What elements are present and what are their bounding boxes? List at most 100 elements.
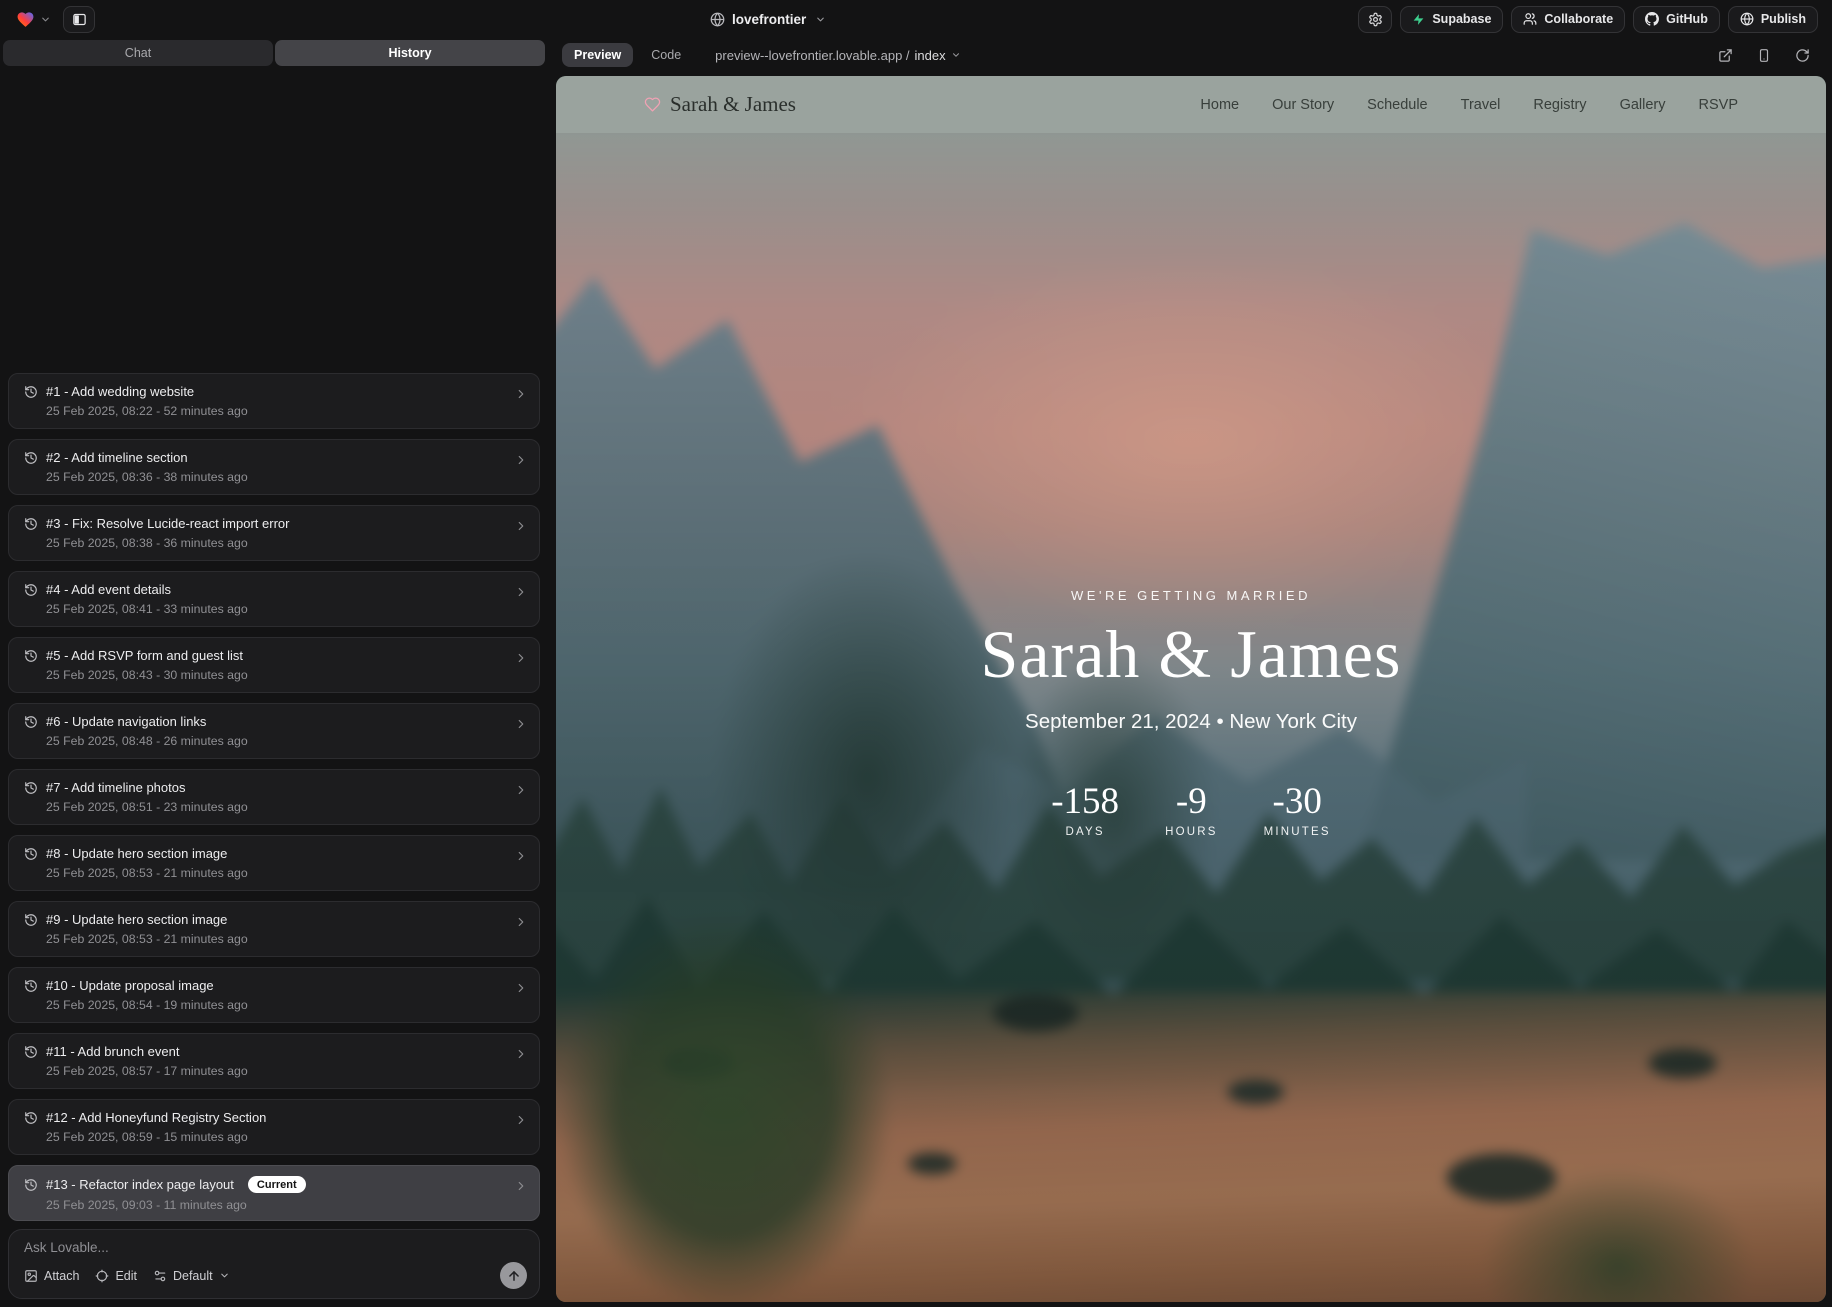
lovable-logo[interactable] — [14, 8, 36, 30]
history-item[interactable]: #6 - Update navigation links 25 Feb 2025… — [8, 703, 540, 759]
history-item-meta: 25 Feb 2025, 08:48 - 26 minutes ago — [46, 734, 509, 748]
preview-toolbar: Preview Code preview--lovefrontier.lovab… — [548, 38, 1832, 72]
preview-url[interactable]: preview--lovefrontier.lovable.app / inde… — [715, 48, 960, 63]
chevron-right-icon — [514, 387, 528, 401]
mode-label: Default — [173, 1269, 213, 1283]
site-nav: Home Our Story Schedule Travel Registry Galle… — [1200, 97, 1738, 113]
sidebar-tabs: Chat History — [3, 40, 545, 66]
settings-button[interactable] — [1358, 6, 1392, 33]
history-icon — [24, 715, 38, 729]
tab-code[interactable]: Code — [639, 43, 693, 67]
history-item[interactable]: #3 - Fix: Resolve Lucide-react import er… — [8, 505, 540, 561]
site-hero: WE'RE GETTING MARRIED Sarah & James Sept… — [556, 133, 1826, 1302]
site-nav-link[interactable]: Schedule — [1367, 97, 1427, 113]
history-item[interactable]: #11 - Add brunch event 25 Feb 2025, 08:5… — [8, 1033, 540, 1089]
collaborate-button[interactable]: Collaborate — [1511, 6, 1625, 33]
history-item-meta: 25 Feb 2025, 08:51 - 23 minutes ago — [46, 800, 509, 814]
history-icon — [24, 1178, 38, 1192]
history-item-meta: 25 Feb 2025, 08:43 - 30 minutes ago — [46, 668, 509, 682]
history-item[interactable]: #2 - Add timeline section 25 Feb 2025, 0… — [8, 439, 540, 495]
history-item-meta: 25 Feb 2025, 09:03 - 11 minutes ago — [46, 1198, 509, 1212]
site-brand-name: Sarah & James — [670, 92, 796, 117]
project-chevron-down-icon — [815, 14, 826, 25]
history-item[interactable]: #10 - Update proposal image 25 Feb 2025,… — [8, 967, 540, 1023]
supabase-button[interactable]: Supabase — [1400, 6, 1503, 33]
github-button[interactable]: GitHub — [1633, 6, 1720, 33]
open-external-button[interactable] — [1718, 48, 1733, 63]
chevron-right-icon — [514, 717, 528, 731]
tab-chat[interactable]: Chat — [3, 40, 273, 66]
mode-select[interactable]: Default — [153, 1269, 230, 1283]
history-item[interactable]: #1 - Add wedding website 25 Feb 2025, 08… — [8, 373, 540, 429]
edit-button[interactable]: Edit — [95, 1269, 137, 1283]
history-icon — [24, 781, 38, 795]
publish-globe-icon — [1740, 12, 1754, 26]
publish-button[interactable]: Publish — [1728, 6, 1818, 33]
url-chevron-down-icon — [951, 50, 961, 60]
prompt-input[interactable] — [24, 1240, 527, 1260]
history-item-title: #13 - Refactor index page layout — [46, 1177, 234, 1192]
site-nav-link[interactable]: Home — [1200, 97, 1239, 113]
site-nav-link[interactable]: RSVP — [1699, 97, 1739, 113]
history-icon — [24, 451, 38, 465]
history-item[interactable]: #8 - Update hero section image 25 Feb 20… — [8, 835, 540, 891]
tab-preview[interactable]: Preview — [562, 43, 633, 67]
composer: Attach Edit Default — [8, 1229, 540, 1299]
project-globe-icon — [710, 12, 725, 27]
hero-date-location: September 21, 2024 • New York City — [556, 710, 1826, 734]
sidebar-spacer — [0, 66, 548, 373]
history-item[interactable]: #9 - Update hero section image 25 Feb 20… — [8, 901, 540, 957]
preview-pane: Preview Code preview--lovefrontier.lovab… — [548, 38, 1832, 1307]
chevron-right-icon — [514, 783, 528, 797]
mobile-view-button[interactable] — [1757, 48, 1771, 63]
heart-outline-icon — [644, 96, 661, 113]
users-icon — [1523, 12, 1537, 26]
github-label: GitHub — [1666, 12, 1708, 26]
gear-icon — [1368, 12, 1383, 27]
site-nav-link[interactable]: Gallery — [1620, 97, 1666, 113]
history-icon — [24, 847, 38, 861]
attach-label: Attach — [44, 1269, 79, 1283]
history-item-title: #2 - Add timeline section — [46, 450, 188, 465]
topbar: lovefrontier Supabase Collaborate GitHub… — [0, 0, 1832, 38]
history-icon — [24, 1111, 38, 1125]
history-icon — [24, 913, 38, 927]
attach-button[interactable]: Attach — [24, 1269, 79, 1283]
site-brand[interactable]: Sarah & James — [644, 92, 796, 117]
history-icon — [24, 583, 38, 597]
countdown-label: HOURS — [1165, 826, 1218, 838]
tab-history[interactable]: History — [275, 40, 545, 66]
hero-content: WE'RE GETTING MARRIED Sarah & James Sept… — [556, 588, 1826, 838]
chevron-right-icon — [514, 915, 528, 929]
refresh-button[interactable] — [1795, 48, 1810, 63]
current-badge: Current — [248, 1176, 306, 1193]
history-item-title: #6 - Update navigation links — [46, 714, 206, 729]
sliders-icon — [153, 1269, 167, 1283]
logo-chevron-down-icon[interactable] — [40, 14, 51, 25]
history-item-title: #7 - Add timeline photos — [46, 780, 185, 795]
heart-logo-icon — [16, 10, 35, 29]
chevron-right-icon — [514, 453, 528, 467]
history-item-meta: 25 Feb 2025, 08:57 - 17 minutes ago — [46, 1064, 509, 1078]
send-button[interactable] — [500, 1262, 527, 1289]
external-link-icon — [1718, 48, 1733, 63]
history-item[interactable]: #5 - Add RSVP form and guest list 25 Feb… — [8, 637, 540, 693]
site-nav-link[interactable]: Our Story — [1272, 97, 1334, 113]
history-item-title: #4 - Add event details — [46, 582, 171, 597]
history-item-title: #8 - Update hero section image — [46, 846, 227, 861]
panel-left-icon — [72, 12, 87, 27]
history-item[interactable]: #7 - Add timeline photos 25 Feb 2025, 08… — [8, 769, 540, 825]
history-item[interactable]: #13 - Refactor index page layout Current… — [8, 1165, 540, 1221]
history-item[interactable]: #4 - Add event details 25 Feb 2025, 08:4… — [8, 571, 540, 627]
project-selector[interactable]: lovefrontier — [710, 0, 826, 38]
site-nav-link[interactable]: Travel — [1461, 97, 1501, 113]
history-item-meta: 25 Feb 2025, 08:22 - 52 minutes ago — [46, 404, 509, 418]
history-item-meta: 25 Feb 2025, 08:59 - 15 minutes ago — [46, 1130, 509, 1144]
history-list: #1 - Add wedding website 25 Feb 2025, 08… — [8, 373, 540, 1221]
smartphone-icon — [1757, 48, 1771, 63]
countdown: -158 DAYS -9 HOURS -30 MINUTES — [1051, 780, 1331, 838]
sidebar-toggle-button[interactable] — [63, 6, 95, 33]
site-nav-link[interactable]: Registry — [1533, 97, 1586, 113]
history-item-title: #12 - Add Honeyfund Registry Section — [46, 1110, 266, 1125]
history-item[interactable]: #12 - Add Honeyfund Registry Section 25 … — [8, 1099, 540, 1155]
